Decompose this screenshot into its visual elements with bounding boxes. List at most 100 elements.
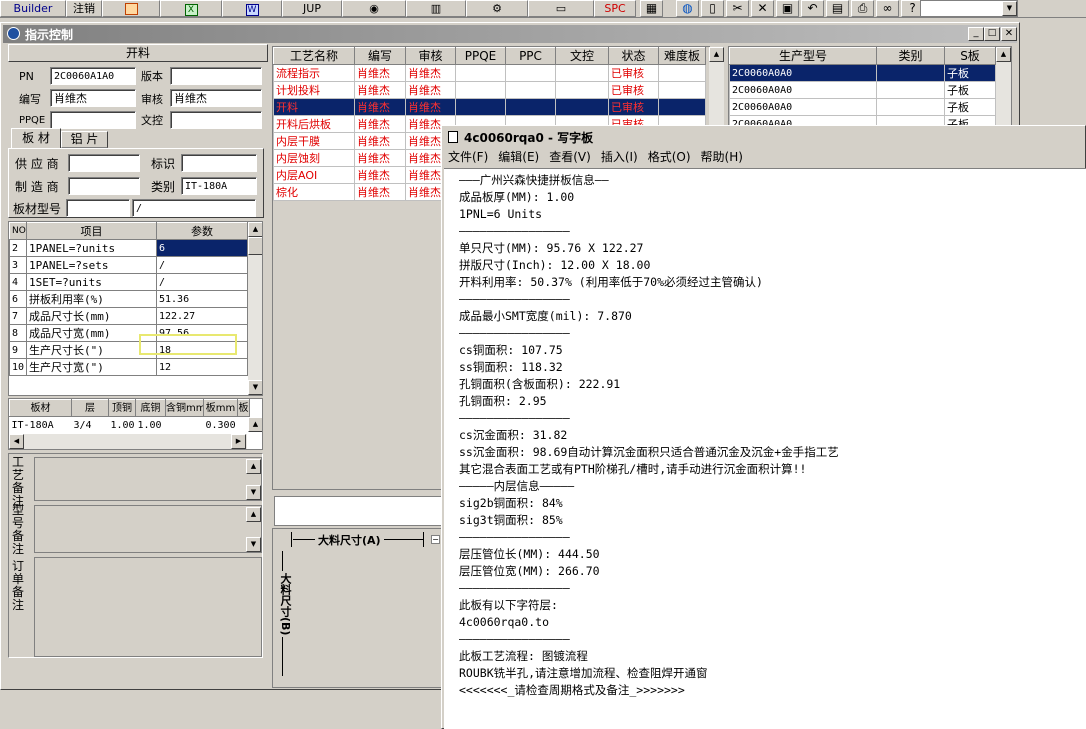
model-col-header[interactable]: 生产型号 [729, 47, 877, 65]
close-window-button[interactable]: ✕ [1001, 27, 1017, 41]
remark-scroll-down-icon[interactable]: ▼ [246, 485, 261, 500]
process-col-header[interactable]: 状态 [608, 47, 659, 65]
wenkong-field[interactable] [170, 111, 262, 129]
model-col-header[interactable]: 类别 [876, 47, 945, 65]
new-file-button[interactable]: ▯ [701, 0, 724, 17]
ppqe-field[interactable] [50, 111, 136, 129]
board-model-field-2[interactable]: / [132, 199, 256, 217]
model-col-header[interactable]: S板 [944, 47, 996, 65]
mark-field[interactable] [181, 154, 257, 172]
minimize-button[interactable]: _ [968, 27, 984, 41]
print-button[interactable]: ⎙ [851, 0, 874, 17]
table-row[interactable]: 2C0060A0A0 子板 [729, 81, 996, 99]
row-value[interactable]: 51.36 [156, 290, 248, 308]
model-scrollbar[interactable]: ▲ [996, 47, 1011, 125]
tools-button[interactable]: ⚙ [466, 0, 528, 17]
process-scroll-up-icon[interactable]: ▲ [709, 47, 724, 62]
powerpoint-button[interactable] [102, 0, 160, 17]
version-field[interactable] [170, 67, 262, 85]
table-row[interactable]: 2C0060A0A0 子板 [729, 98, 996, 116]
process-scrollbar[interactable]: ▲ [709, 47, 724, 125]
param-scrollbar[interactable]: ▲ ▼ [248, 222, 262, 395]
board-hscrollbar[interactable]: ◀ ▶ [9, 434, 247, 449]
word-button[interactable]: W [222, 0, 282, 17]
maker-field[interactable] [68, 177, 140, 195]
logout-button[interactable]: 注销 [66, 0, 102, 17]
collapse-icon[interactable]: − [431, 535, 440, 544]
table-row[interactable]: IT-180A 3/4 1.00 1.00 0.300 [10, 417, 250, 434]
save-button[interactable]: ▣ [776, 0, 799, 17]
chevron-down-icon[interactable]: ▼ [1002, 1, 1017, 16]
supplier-field[interactable] [68, 154, 140, 172]
board-model-field[interactable] [66, 199, 130, 217]
model-scroll-up-icon[interactable]: ▲ [996, 47, 1011, 62]
close-button[interactable]: ✕ [751, 0, 774, 17]
tab-aluminum[interactable]: 铝 片 [61, 131, 108, 148]
pn-field[interactable]: 2C0060A1A0 [50, 67, 136, 85]
jup-button[interactable]: JUP [282, 0, 342, 17]
maximize-button[interactable]: □ [984, 27, 1000, 41]
order-remark-box[interactable] [34, 557, 262, 657]
builder-button[interactable]: Builder [0, 0, 66, 17]
scroll-left-icon[interactable]: ◀ [9, 434, 24, 449]
toolbar-dropdown[interactable]: ▼ [920, 0, 1018, 17]
board-scroll-up-icon[interactable]: ▲ [248, 417, 262, 432]
table-row[interactable]: 开料 肖维杰 肖维杰 已审核 [273, 98, 706, 116]
table-row[interactable]: 10 生产尺寸宽(") 12 [9, 358, 248, 376]
process-remark-box[interactable]: ▲ ▼ [34, 457, 262, 501]
table-row[interactable]: 2C0060A0A0 子板 [729, 64, 996, 82]
table-row[interactable]: 流程指示 肖维杰 肖维杰 已审核 [273, 64, 706, 82]
process-col-header[interactable]: 难度板 [658, 47, 706, 65]
process-col-header[interactable]: 编写 [354, 47, 406, 65]
remark-scroll-up-icon[interactable]: ▲ [246, 459, 261, 474]
process-col-header[interactable]: PPQE [455, 47, 506, 65]
process-col-header[interactable]: PPC [505, 47, 556, 65]
model-remark-box[interactable]: ▲ ▼ [34, 505, 262, 553]
menu-item[interactable]: 插入(I) [601, 150, 638, 164]
undo-button[interactable]: ↶ [801, 0, 824, 17]
writer-field[interactable]: 肖维杰 [50, 89, 136, 107]
row-value[interactable]: / [156, 273, 248, 291]
scroll-thumb[interactable] [248, 237, 262, 255]
computer-button[interactable]: ▭ [528, 0, 594, 17]
web-button[interactable]: ◍ [676, 0, 699, 17]
process-col-header[interactable]: 审核 [405, 47, 456, 65]
menu-item[interactable]: 帮助(H) [701, 150, 743, 164]
table-row[interactable]: 6 拼板利用率(%) 51.36 [9, 290, 248, 308]
menu-item[interactable]: 文件(F) [448, 150, 488, 164]
table-row[interactable]: 4 1SET=?units / [9, 273, 248, 291]
category-field[interactable]: IT-180A [181, 177, 257, 195]
menu-item[interactable]: 格式(O) [648, 150, 691, 164]
table-row[interactable]: 3 1PANEL=?sets / [9, 256, 248, 274]
wordpad-document[interactable]: ———广州兴森快捷拼板信息—— 成品板厚(MM): 1.00 1PNL=6 Unit… [444, 168, 1086, 729]
tab-board[interactable]: 板 材 [11, 128, 61, 149]
menu-item[interactable]: 查看(V) [549, 150, 591, 164]
process-col-header[interactable]: 文控 [555, 47, 609, 65]
preview-button[interactable]: ▤ [826, 0, 849, 17]
spc-button[interactable]: SPC [594, 0, 636, 17]
table-row[interactable]: 2 1PANEL=?units 6 [9, 239, 248, 257]
table-row[interactable]: 计划投料 肖维杰 肖维杰 已审核 [273, 81, 706, 99]
model-remark-scroll-up-icon[interactable]: ▲ [246, 507, 261, 522]
model-remark-scroll-down-icon[interactable]: ▼ [246, 537, 261, 552]
find-button[interactable]: ∞ [876, 0, 899, 17]
scroll-up-icon[interactable]: ▲ [248, 222, 262, 237]
scroll-down-icon[interactable]: ▼ [248, 380, 262, 395]
bottom-input[interactable] [274, 496, 444, 526]
row-value[interactable]: 12 [156, 358, 248, 376]
process-cell-name: 开料 [273, 98, 355, 116]
row-value[interactable]: / [156, 256, 248, 274]
auditor-field[interactable]: 肖维杰 [170, 89, 262, 107]
view-button[interactable]: ◉ [342, 0, 406, 17]
excel-button[interactable]: X [160, 0, 222, 17]
scroll-right-icon[interactable]: ▶ [231, 434, 246, 449]
row-value[interactable]: 6 [156, 239, 248, 257]
process-cell-name: 计划投料 [273, 81, 355, 99]
table-row[interactable]: 7 成品尺寸长(mm) 122.27 [9, 307, 248, 325]
row-value[interactable]: 122.27 [156, 307, 248, 325]
process-col-header[interactable]: 工艺名称 [273, 47, 355, 65]
database-button[interactable]: ▥ [406, 0, 466, 17]
menu-item[interactable]: 编辑(E) [498, 150, 539, 164]
calc-button[interactable]: ▦ [640, 0, 663, 17]
cut-button[interactable]: ✂ [726, 0, 749, 17]
